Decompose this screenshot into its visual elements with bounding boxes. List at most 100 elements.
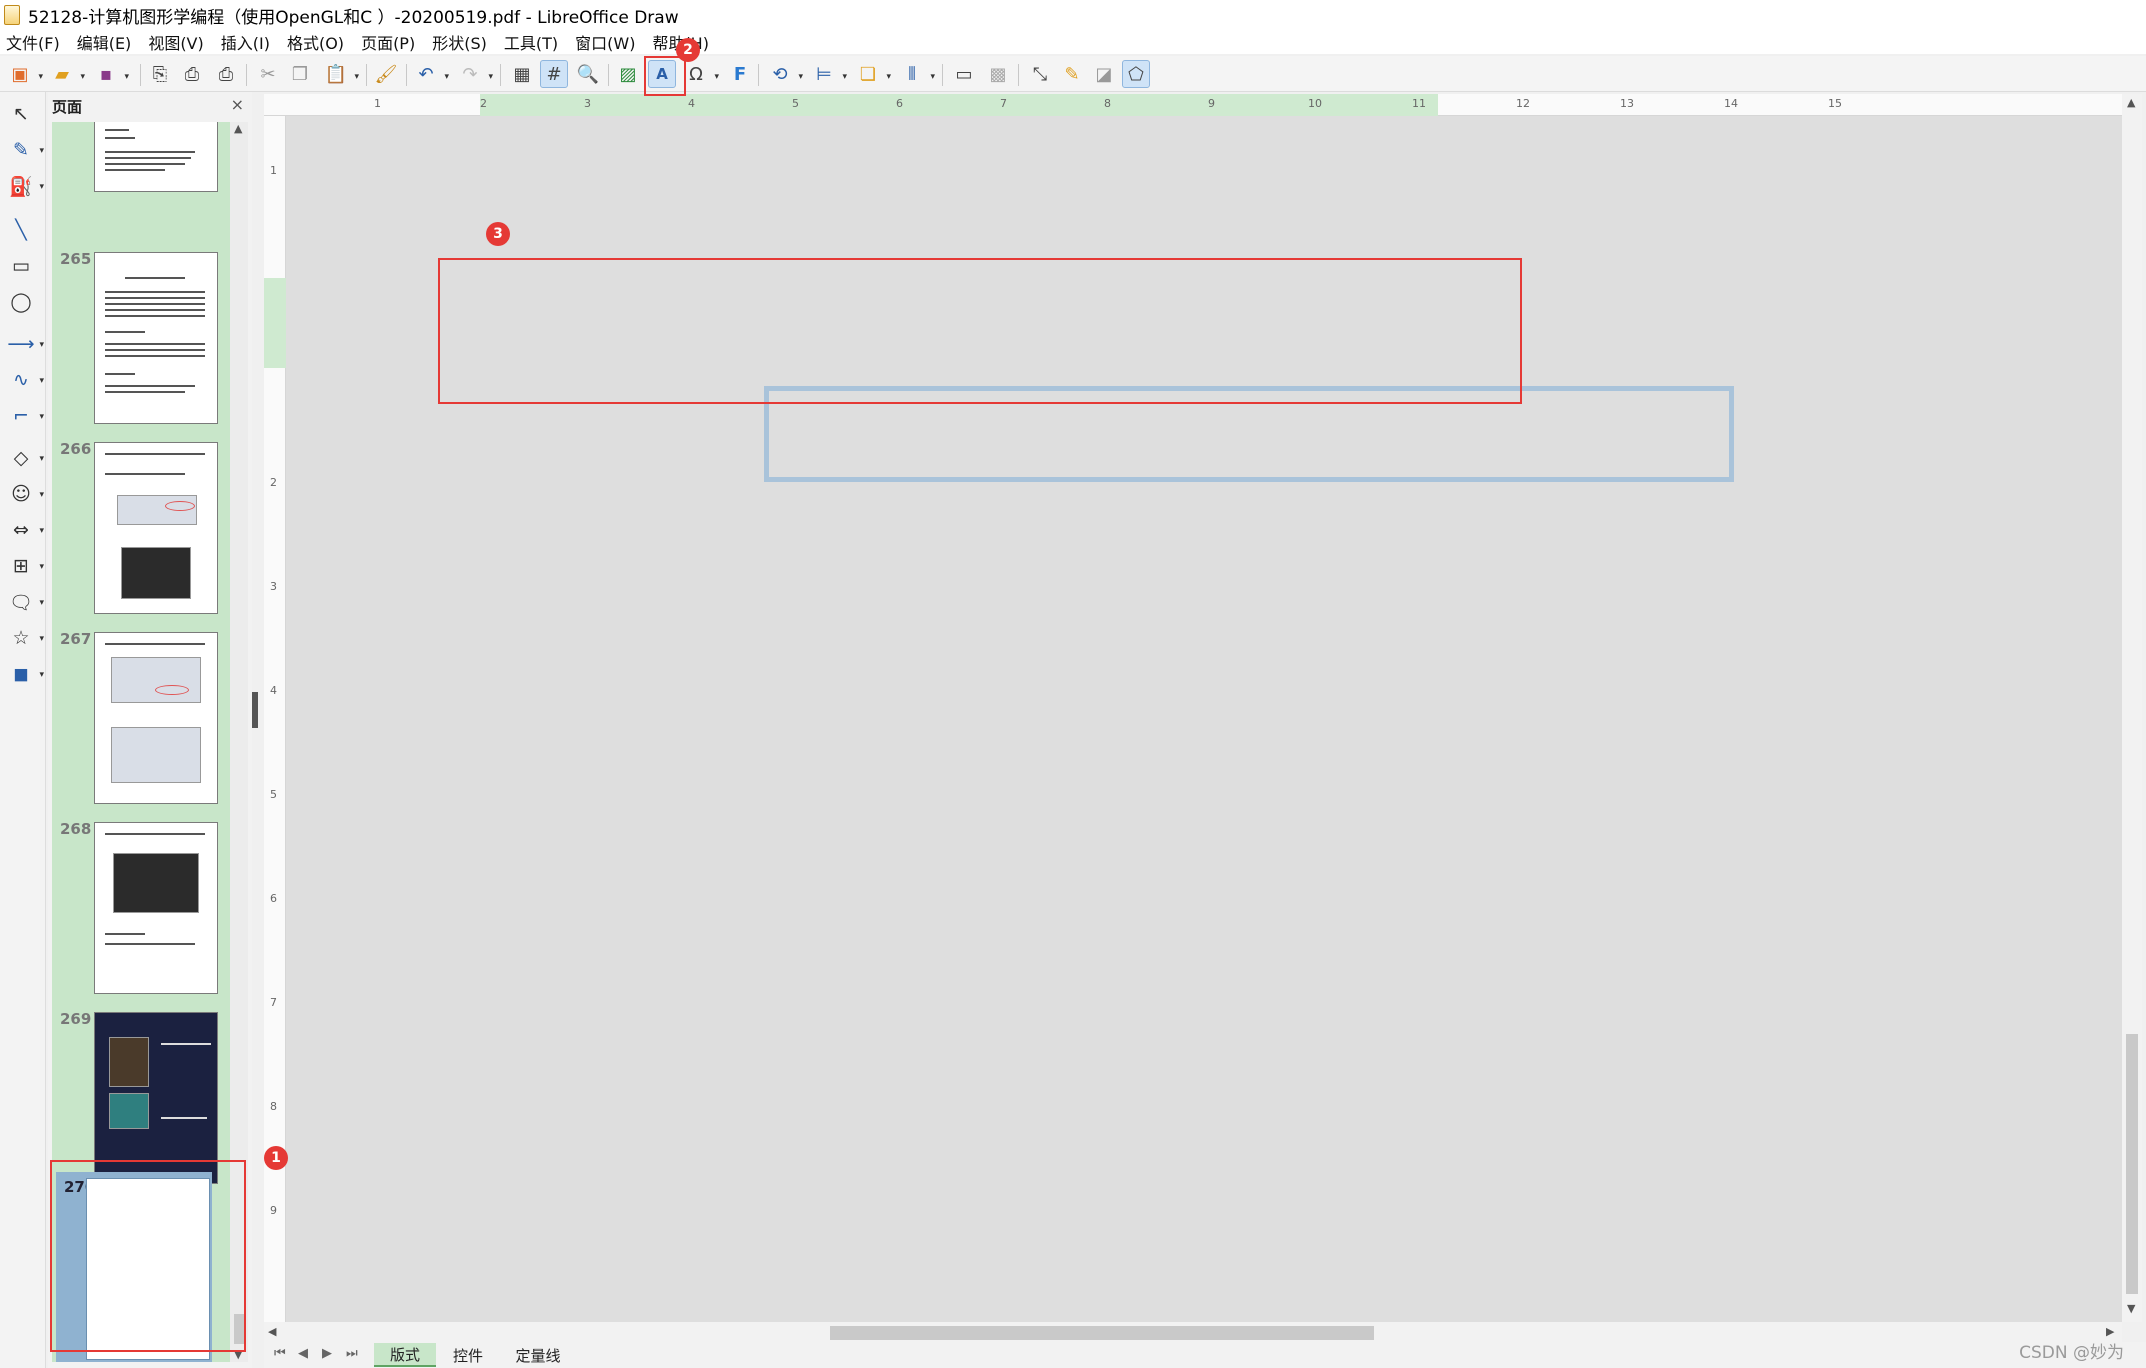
distribute-button[interactable]: ⫴ ▾ bbox=[898, 60, 935, 88]
symbol-shapes-tool[interactable]: ☺ ▾ bbox=[6, 480, 44, 508]
folder-icon: ▰ bbox=[55, 63, 69, 85]
extrusion-icon: ◪ bbox=[1095, 63, 1113, 85]
tab-layout[interactable]: 版式 bbox=[374, 1343, 436, 1367]
chevron-up-icon[interactable]: ▲ bbox=[234, 122, 242, 135]
menu-file[interactable]: 文件(F) bbox=[6, 30, 60, 54]
fill-color-icon: ⛽ bbox=[9, 175, 33, 198]
crop-icon: ▩ bbox=[989, 63, 1007, 85]
line-tool[interactable]: ╲ bbox=[6, 216, 36, 244]
document-icon bbox=[4, 5, 20, 25]
curves-tool[interactable]: ∿ ▾ bbox=[6, 366, 44, 394]
menu-format[interactable]: 格式(O) bbox=[287, 30, 344, 54]
fontwork-button[interactable]: F bbox=[726, 60, 754, 88]
chevron-down-icon[interactable]: ▼ bbox=[2127, 1302, 2135, 1315]
callouts-tool[interactable]: 🗨 ▾ bbox=[6, 588, 44, 616]
save-button[interactable]: ▪ ▾ bbox=[92, 60, 129, 88]
print-button[interactable]: ⎙ bbox=[212, 60, 240, 88]
tab-dimension-lines[interactable]: 定量线 bbox=[500, 1343, 576, 1367]
chevron-left-icon[interactable]: ◀ bbox=[268, 1325, 276, 1338]
redo-icon: ↷ bbox=[462, 63, 478, 85]
horizontal-ruler[interactable]: 1 2 3 4 5 6 7 8 9 10 11 12 13 14 15 bbox=[264, 94, 2122, 116]
annotation-box-canvas bbox=[438, 258, 1522, 404]
new-document-icon: ▣ bbox=[11, 63, 29, 85]
zoom-button[interactable]: 🔍 bbox=[574, 60, 602, 88]
page-thumbnail-265[interactable] bbox=[94, 252, 218, 424]
ellipse-tool[interactable]: ◯ bbox=[6, 288, 36, 316]
rectangle-tool[interactable]: ▭ bbox=[6, 252, 36, 280]
connectors-tool[interactable]: ⌐ ▾ bbox=[6, 402, 44, 430]
arrange-button[interactable]: ❏ ▾ bbox=[854, 60, 891, 88]
insert-image-button[interactable]: ▨ bbox=[614, 60, 642, 88]
clone-formatting-button[interactable]: 🖌 bbox=[372, 60, 400, 88]
tab-controls[interactable]: 控件 bbox=[440, 1343, 496, 1367]
copy-button[interactable]: ❐ bbox=[286, 60, 314, 88]
flowchart-tool[interactable]: ⊞ ▾ bbox=[6, 552, 44, 580]
helplines-button[interactable]: # bbox=[540, 60, 568, 88]
select-tool[interactable]: ↖ bbox=[6, 100, 36, 128]
ruler-mark: 1 bbox=[270, 164, 277, 177]
basic-shapes-tool[interactable]: ◇ ▾ bbox=[6, 444, 44, 472]
block-arrows-tool[interactable]: ⇔ ▾ bbox=[6, 516, 44, 544]
cut-button[interactable]: ✂ bbox=[254, 60, 282, 88]
undo-button[interactable]: ↶ ▾ bbox=[412, 60, 449, 88]
stars-tool[interactable]: ☆ ▾ bbox=[6, 624, 44, 652]
menu-edit[interactable]: 编辑(E) bbox=[77, 30, 132, 54]
vertical-ruler[interactable]: 1 2 3 4 5 6 7 8 9 bbox=[264, 116, 286, 1322]
panel-splitter[interactable] bbox=[252, 92, 262, 1368]
copy-icon: ❐ bbox=[291, 63, 309, 85]
next-tab-icon[interactable]: ▶ bbox=[322, 1346, 332, 1361]
page-thumbnail-268[interactable] bbox=[94, 822, 218, 994]
smiley-icon: ☺ bbox=[11, 483, 31, 505]
last-tab-icon[interactable]: ⏭ bbox=[346, 1346, 358, 1361]
ruler-mark: 10 bbox=[1308, 97, 1322, 110]
menu-window[interactable]: 窗口(W) bbox=[575, 30, 635, 54]
page-thumbnail-269[interactable] bbox=[94, 1012, 218, 1184]
page-number: 266 bbox=[60, 440, 92, 458]
shadow-button[interactable]: ▭ bbox=[950, 60, 978, 88]
menu-tools[interactable]: 工具(T) bbox=[504, 30, 558, 54]
align-objects-button[interactable]: ⊨ ▾ bbox=[810, 60, 847, 88]
export-button[interactable]: ⎘ bbox=[146, 60, 174, 88]
export-pdf-button[interactable]: ⎙ bbox=[178, 60, 206, 88]
horizontal-scrollbar[interactable]: ◀ ▶ bbox=[264, 1322, 2122, 1342]
horizontal-scrollbar-thumb[interactable] bbox=[830, 1326, 1374, 1340]
previous-tab-icon[interactable]: ◀ bbox=[298, 1346, 308, 1361]
vertical-scrollbar[interactable]: ▲ ▼ bbox=[2122, 94, 2142, 1322]
chevron-right-icon[interactable]: ▶ bbox=[2106, 1325, 2114, 1338]
show-draw-functions-button[interactable]: ⬠ bbox=[1122, 60, 1150, 88]
grid-button[interactable]: ▦ bbox=[508, 60, 536, 88]
line-icon: ╲ bbox=[15, 219, 27, 241]
menu-insert[interactable]: 插入(I) bbox=[221, 30, 270, 54]
splitter-handle[interactable] bbox=[252, 692, 258, 728]
first-tab-icon[interactable]: ⏮ bbox=[274, 1346, 286, 1361]
toolbar-separator bbox=[140, 64, 141, 86]
open-button[interactable]: ▰ ▾ bbox=[48, 60, 85, 88]
points-button[interactable]: ⤡ bbox=[1026, 60, 1054, 88]
special-character-button[interactable]: Ω ▾ bbox=[682, 60, 719, 88]
menu-page[interactable]: 页面(P) bbox=[361, 30, 415, 54]
fill-color-tool[interactable]: ⛽ ▾ bbox=[6, 172, 44, 200]
page-thumbnail-266[interactable] bbox=[94, 442, 218, 614]
omega-icon: Ω bbox=[689, 63, 703, 85]
ruler-mark: 3 bbox=[584, 97, 591, 110]
vertical-scrollbar-thumb[interactable] bbox=[2126, 1034, 2138, 1294]
close-icon[interactable]: × bbox=[231, 95, 244, 114]
lines-arrows-tool[interactable]: ⟶ ▾ bbox=[6, 330, 44, 358]
toggle-extrusion-button[interactable]: ◪ bbox=[1090, 60, 1118, 88]
paste-button[interactable]: 📋 ▾ bbox=[322, 60, 359, 88]
menu-shape[interactable]: 形状(S) bbox=[432, 30, 487, 54]
glue-points-button[interactable]: ✎ bbox=[1058, 60, 1086, 88]
page-thumbnail-264[interactable] bbox=[94, 122, 218, 192]
annotation-badge: 1 bbox=[264, 1146, 288, 1170]
3d-objects-tool[interactable]: ◼ ▾ bbox=[6, 660, 44, 688]
transformations-button[interactable]: ⟲ ▾ bbox=[766, 60, 803, 88]
chevron-up-icon[interactable]: ▲ bbox=[2127, 96, 2135, 109]
clipboard-icon: 📋 bbox=[324, 63, 348, 85]
crop-button[interactable]: ▩ bbox=[984, 60, 1012, 88]
toolbar-separator bbox=[406, 64, 407, 86]
menu-view[interactable]: 视图(V) bbox=[148, 30, 203, 54]
redo-button[interactable]: ↷ ▾ bbox=[456, 60, 493, 88]
line-color-tool[interactable]: ✎ ▾ bbox=[6, 136, 44, 164]
new-document-button[interactable]: ▣ ▾ bbox=[6, 60, 43, 88]
page-thumbnail-267[interactable] bbox=[94, 632, 218, 804]
